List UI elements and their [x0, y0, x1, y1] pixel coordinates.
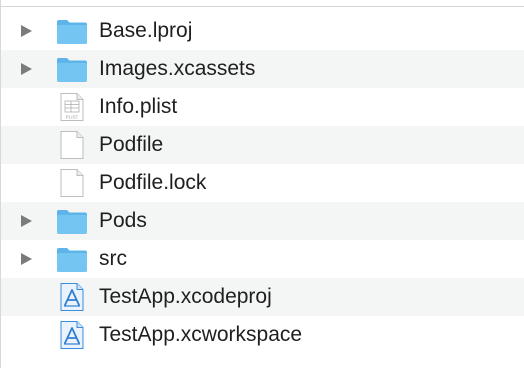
file-name: Pods — [99, 209, 147, 232]
disclosure-triangle-icon[interactable] — [21, 25, 32, 37]
list-item-info-plist[interactable]: PLIST Info.plist — [1, 88, 524, 126]
file-name: Images.xcassets — [99, 57, 256, 80]
folder-icon — [56, 207, 88, 235]
plist-file-icon: PLIST — [56, 93, 88, 121]
file-list: Base.lproj Images.xcassets PLIST Info.pl… — [1, 12, 524, 354]
list-item-testapp-xcworkspace[interactable]: TestApp.xcworkspace — [1, 316, 524, 354]
file-name: Podfile — [99, 133, 164, 156]
file-name: TestApp.xcworkspace — [99, 323, 303, 346]
file-name: Base.lproj — [99, 19, 193, 42]
folder-icon — [56, 245, 88, 273]
list-item-src[interactable]: src — [1, 240, 524, 278]
file-name: Info.plist — [99, 95, 178, 118]
file-name: src — [99, 247, 127, 270]
file-name: TestApp.xcodeproj — [99, 285, 272, 308]
folder-icon — [56, 17, 88, 45]
finder-window: Base.lproj Images.xcassets PLIST Info.pl… — [0, 0, 524, 368]
list-item-images-xcassets[interactable]: Images.xcassets — [1, 50, 524, 88]
folder-icon — [56, 55, 88, 83]
document-icon — [56, 131, 88, 159]
disclosure-triangle-icon[interactable] — [21, 63, 32, 75]
xcode-project-icon — [56, 283, 88, 311]
xcode-workspace-icon — [56, 321, 88, 349]
plist-icon-text: PLIST — [66, 115, 79, 120]
top-divider — [1, 6, 524, 7]
disclosure-triangle-icon[interactable] — [21, 253, 32, 265]
document-icon — [56, 169, 88, 197]
disclosure-triangle-icon[interactable] — [21, 215, 32, 227]
file-name: Podfile.lock — [99, 171, 207, 194]
list-item-podfile[interactable]: Podfile — [1, 126, 524, 164]
list-item-testapp-xcodeproj[interactable]: TestApp.xcodeproj — [1, 278, 524, 316]
list-item-base-lproj[interactable]: Base.lproj — [1, 12, 524, 50]
list-item-pods[interactable]: Pods — [1, 202, 524, 240]
list-item-podfile-lock[interactable]: Podfile.lock — [1, 164, 524, 202]
